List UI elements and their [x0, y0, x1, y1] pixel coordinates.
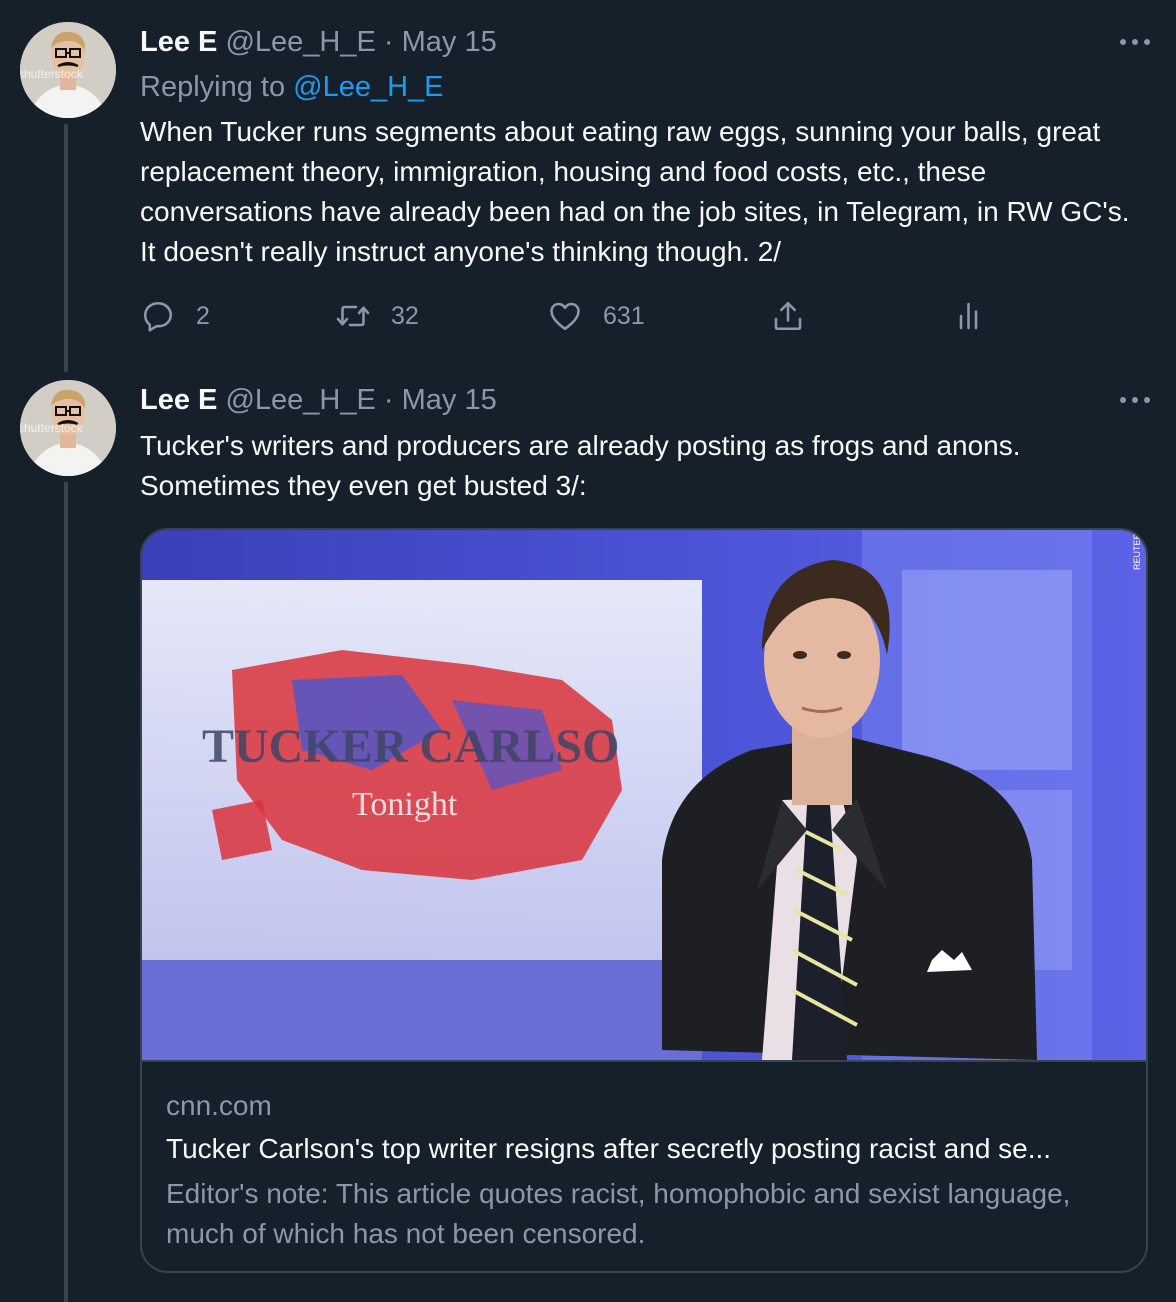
replying-to-line: Replying to @Lee_H_E [140, 68, 444, 106]
retweet-icon [336, 305, 370, 327]
header-separator: · [383, 26, 394, 58]
author-name[interactable]: Lee E [140, 384, 217, 416]
author-name[interactable]: Lee E [140, 26, 217, 58]
share-button[interactable] [770, 296, 806, 336]
avatar[interactable]: shutterstock [20, 22, 116, 118]
tweet-date[interactable]: May 15 [402, 384, 497, 416]
card-image-show-title: TUCKER CARLSO [202, 720, 619, 773]
more-icon[interactable] [1118, 32, 1152, 52]
card-image: TUCKER CARLSO Tonight REUTERS [142, 530, 1146, 1060]
author-handle[interactable]: @Lee_H_E [225, 384, 375, 416]
link-preview-card[interactable]: TUCKER CARLSO Tonight REUTERS cnn.com Tu… [140, 528, 1148, 1273]
replying-to-handle-link[interactable]: @Lee_H_E [293, 71, 443, 103]
avatar-watermark: shutterstock [20, 67, 84, 81]
thread-connector-line [64, 124, 68, 372]
card-image-show-subtitle: Tonight [352, 786, 458, 823]
reply-icon [143, 301, 173, 332]
like-count: 631 [603, 301, 645, 330]
card-divider [142, 1060, 1146, 1062]
tweet-text: When Tucker runs segments about eating r… [140, 116, 1138, 267]
reply-count: 2 [196, 301, 210, 330]
tweet-text: Tucker's writers and producers are alrea… [140, 430, 1029, 501]
tweet-date[interactable]: May 15 [402, 26, 497, 58]
like-button[interactable]: 631 [547, 296, 645, 336]
avatar-image: shutterstock [20, 22, 116, 118]
avatar-image: shutterstock [20, 380, 116, 476]
more-icon[interactable] [1118, 390, 1152, 410]
analytics-button[interactable] [952, 296, 988, 336]
thread-connector-line [64, 482, 68, 1302]
tweet-thread: shutterstock Lee E @Lee_H_E · May 15 Rep… [0, 0, 1176, 1302]
retweet-count: 32 [391, 301, 419, 330]
replying-to-prefix: Replying to [140, 71, 294, 103]
retweet-button[interactable]: 32 [335, 296, 419, 336]
share-icon [774, 301, 802, 331]
card-title[interactable]: Tucker Carlson's top writer resigns afte… [166, 1130, 1126, 1168]
author-handle[interactable]: @Lee_H_E [225, 26, 375, 58]
card-description: Editor's note: This article quotes racis… [166, 1178, 1071, 1249]
avatar[interactable]: shutterstock [20, 380, 116, 476]
heart-icon [550, 302, 580, 331]
analytics-icon [959, 302, 978, 330]
card-domain: cnn.com [166, 1090, 272, 1121]
reply-button[interactable]: 2 [140, 296, 210, 336]
tweet-header: Lee E @Lee_H_E · May 15 [140, 24, 497, 60]
header-separator: · [383, 384, 394, 416]
card-image-credit: REUTERS [1132, 530, 1142, 570]
avatar-watermark: shutterstock [20, 421, 84, 435]
tweet-header: Lee E @Lee_H_E · May 15 [140, 382, 497, 418]
